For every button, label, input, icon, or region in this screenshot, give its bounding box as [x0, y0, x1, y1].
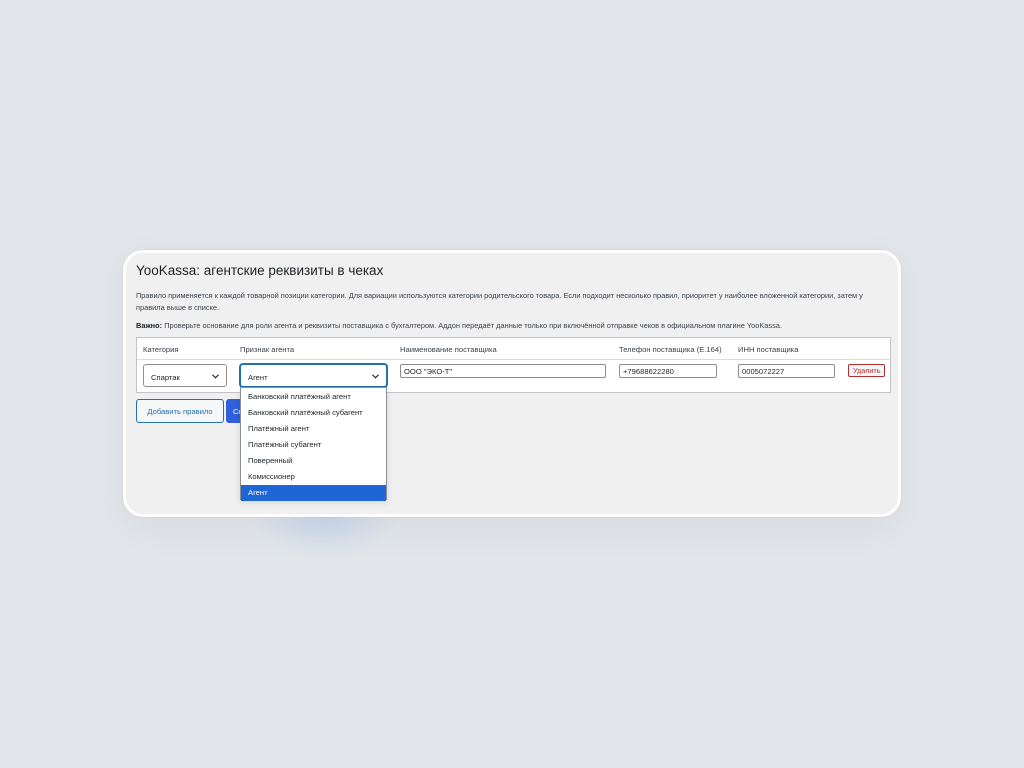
- page-description: Правило применяется к каждой товарной по…: [136, 291, 863, 312]
- category-select-value: Спартак: [151, 373, 180, 382]
- category-select[interactable]: Спартак: [143, 364, 227, 387]
- agent-type-dropdown-list: Банковский платёжный агент Банковский пл…: [240, 387, 387, 501]
- dropdown-option-bank-payment-agent[interactable]: Банковский платёжный агент: [241, 389, 386, 405]
- dropdown-option-bank-payment-subagent[interactable]: Банковский платёжный субагент: [241, 405, 386, 421]
- agent-type-select-value: Агент: [248, 373, 268, 382]
- settings-panel: YooKassa: агентские реквизиты в чеках Пр…: [123, 250, 901, 517]
- note-label: Важно:: [136, 321, 163, 330]
- supplier-name-input[interactable]: [400, 364, 606, 378]
- table-header: Категория Признак агента Наименование по…: [137, 338, 890, 360]
- column-header-supplier-name: Наименование поставщика: [400, 345, 497, 354]
- note-text: Проверьте основание для роли агента и ре…: [162, 321, 782, 330]
- column-header-supplier-inn: ИНН поставщика: [738, 345, 799, 354]
- add-rule-button[interactable]: Добавить правило: [136, 399, 224, 423]
- dropdown-option-attorney[interactable]: Поверенный: [241, 453, 386, 469]
- supplier-inn-input[interactable]: [738, 364, 835, 378]
- delete-rule-button[interactable]: Удалить: [848, 364, 886, 377]
- chevron-down-icon: [372, 374, 379, 379]
- column-header-category: Категория: [143, 345, 179, 354]
- dropdown-option-payment-agent[interactable]: Платёжный агент: [241, 421, 386, 437]
- chevron-down-icon: [212, 374, 219, 379]
- column-header-supplier-phone: Телефон поставщика (E.164): [619, 345, 722, 354]
- dropdown-option-commission-agent[interactable]: Комиссионер: [241, 469, 386, 485]
- page-title: YooKassa: агентские реквизиты в чеках: [136, 263, 384, 278]
- important-note: Важно: Проверьте основание для роли аген…: [136, 320, 891, 332]
- agent-type-select[interactable]: Агент: [240, 364, 387, 387]
- supplier-phone-input[interactable]: [619, 364, 717, 378]
- column-header-agent-type: Признак агента: [240, 345, 295, 354]
- rules-table: Категория Признак агента Наименование по…: [136, 337, 891, 393]
- dropdown-option-payment-subagent[interactable]: Платёжный субагент: [241, 437, 386, 453]
- dropdown-option-agent[interactable]: Агент: [241, 485, 386, 501]
